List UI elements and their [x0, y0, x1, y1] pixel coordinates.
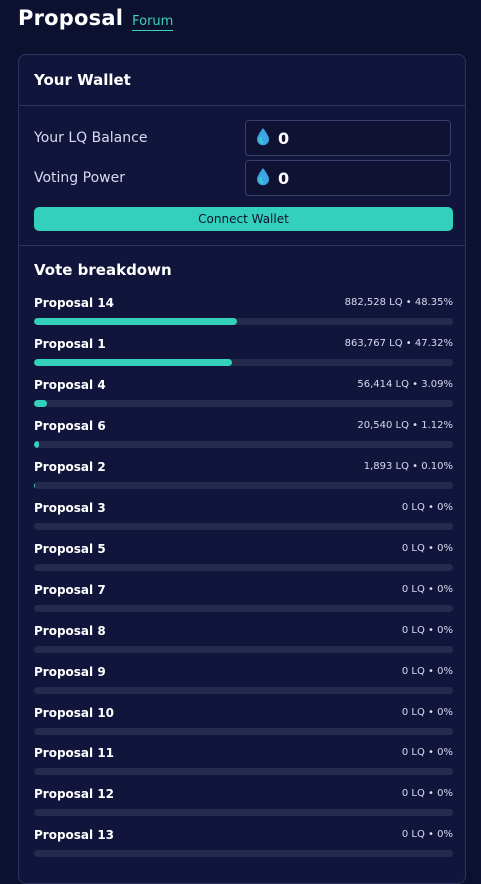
proposal-row: Proposal 2 1,893 LQ • 0.10% — [34, 460, 453, 494]
vote-progress-fill — [34, 441, 39, 448]
proposal-vote-stat: 0 LQ • 0% — [401, 502, 453, 513]
proposal-row: Proposal 11 0 LQ • 0% — [34, 746, 453, 780]
voting-power-row: Voting Power 0 — [34, 160, 451, 196]
vote-progress-track — [34, 850, 453, 857]
proposal-name: Proposal 4 — [34, 378, 106, 392]
vote-progress-track — [34, 728, 453, 735]
vote-progress-track — [34, 687, 453, 694]
vote-progress-track — [34, 482, 453, 489]
proposal-vote-stat: 0 LQ • 0% — [401, 625, 453, 636]
wallet-card: Your Wallet Your LQ Balance 0 Voting Pow… — [18, 54, 466, 884]
proposal-row: Proposal 8 0 LQ • 0% — [34, 624, 453, 658]
proposal-name: Proposal 9 — [34, 665, 106, 679]
proposal-vote-stat: 0 LQ • 0% — [401, 666, 453, 677]
proposal-name: Proposal 12 — [34, 787, 115, 801]
proposal-vote-stat: 0 LQ • 0% — [401, 788, 453, 799]
vote-progress-track — [34, 605, 453, 612]
proposal-name: Proposal 6 — [34, 419, 106, 433]
page-header: Proposal Forum — [18, 6, 174, 31]
voting-power-field: 0 — [245, 160, 451, 196]
proposal-vote-stat: 0 LQ • 0% — [401, 707, 453, 718]
vote-progress-track — [34, 523, 453, 530]
lq-balance-field: 0 — [245, 120, 451, 156]
proposal-vote-stat: 863,767 LQ • 47.32% — [344, 338, 453, 349]
proposal-row: Proposal 12 0 LQ • 0% — [34, 787, 453, 821]
vote-progress-fill — [34, 400, 47, 407]
proposal-row: Proposal 5 0 LQ • 0% — [34, 542, 453, 576]
wallet-card-header: Your Wallet — [19, 55, 465, 106]
vote-progress-track — [34, 809, 453, 816]
proposal-name: Proposal 10 — [34, 706, 115, 720]
proposal-row: Proposal 13 0 LQ • 0% — [34, 828, 453, 862]
proposal-name: Proposal 3 — [34, 501, 106, 515]
proposal-row: Proposal 1 863,767 LQ • 47.32% — [34, 337, 453, 371]
proposal-vote-stat: 1,893 LQ • 0.10% — [363, 461, 453, 472]
voting-power-label: Voting Power — [34, 170, 125, 186]
proposal-row: Proposal 9 0 LQ • 0% — [34, 665, 453, 699]
lq-balance-label: Your LQ Balance — [34, 130, 148, 146]
proposal-vote-stat: 0 LQ • 0% — [401, 584, 453, 595]
forum-link[interactable]: Forum — [132, 14, 174, 31]
proposal-name: Proposal 7 — [34, 583, 106, 597]
section-divider — [19, 245, 465, 246]
water-drop-icon — [256, 127, 270, 150]
proposal-row: Proposal 10 0 LQ • 0% — [34, 706, 453, 740]
proposal-name: Proposal 8 — [34, 624, 106, 638]
water-drop-icon — [256, 167, 270, 190]
vote-progress-track — [34, 564, 453, 571]
page-title: Proposal — [18, 6, 124, 30]
wallet-title: Your Wallet — [34, 71, 131, 89]
connect-wallet-button[interactable]: Connect Wallet — [34, 207, 453, 231]
voting-power-value: 0 — [278, 168, 290, 188]
vote-progress-track — [34, 359, 453, 366]
proposal-name: Proposal 1 — [34, 337, 106, 351]
proposal-vote-stat: 20,540 LQ • 1.12% — [357, 420, 453, 431]
proposal-name: Proposal 14 — [34, 296, 115, 310]
proposal-name: Proposal 11 — [34, 746, 115, 760]
proposal-vote-stat: 56,414 LQ • 3.09% — [357, 379, 453, 390]
vote-breakdown-title: Vote breakdown — [34, 261, 172, 279]
proposal-vote-stat: 882,528 LQ • 48.35% — [344, 297, 453, 308]
vote-progress-fill — [34, 482, 35, 489]
proposal-vote-stat: 0 LQ • 0% — [401, 543, 453, 554]
proposal-row: Proposal 3 0 LQ • 0% — [34, 501, 453, 535]
proposal-name: Proposal 5 — [34, 542, 106, 556]
proposal-row: Proposal 14 882,528 LQ • 48.35% — [34, 296, 453, 330]
vote-progress-track — [34, 400, 453, 407]
proposal-row: Proposal 4 56,414 LQ • 3.09% — [34, 378, 453, 412]
vote-progress-track — [34, 318, 453, 325]
vote-progress-fill — [34, 359, 233, 366]
proposal-vote-stat: 0 LQ • 0% — [401, 829, 453, 840]
proposal-vote-stat: 0 LQ • 0% — [401, 747, 453, 758]
lq-balance-row: Your LQ Balance 0 — [34, 120, 451, 156]
vote-progress-track — [34, 646, 453, 653]
proposal-name: Proposal 13 — [34, 828, 115, 842]
proposal-row: Proposal 6 20,540 LQ • 1.12% — [34, 419, 453, 453]
vote-progress-track — [34, 768, 453, 775]
lq-balance-value: 0 — [278, 128, 290, 148]
vote-progress-fill — [34, 318, 237, 325]
proposal-row: Proposal 7 0 LQ • 0% — [34, 583, 453, 617]
proposal-name: Proposal 2 — [34, 460, 106, 474]
vote-progress-track — [34, 441, 453, 448]
